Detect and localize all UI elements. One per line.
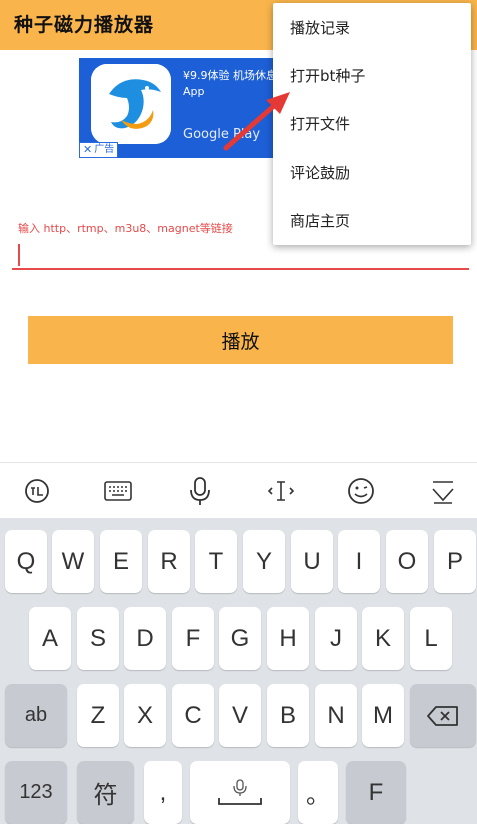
key-p[interactable]: P bbox=[434, 530, 476, 593]
keyboard-toolbar bbox=[0, 462, 477, 518]
collapse-keyboard-icon[interactable] bbox=[425, 473, 461, 509]
space-key[interactable] bbox=[190, 761, 290, 824]
menu-item-review[interactable]: 评论鼓励 bbox=[273, 148, 471, 196]
key-n[interactable]: N bbox=[315, 684, 357, 747]
close-icon[interactable]: ✕ bbox=[83, 143, 92, 157]
key-l[interactable]: L bbox=[410, 607, 452, 670]
input-hint: 输入 http、rtmp、m3u8、magnet等链接 bbox=[18, 222, 233, 235]
ad-badge[interactable]: ✕ 广告 bbox=[79, 142, 119, 158]
menu-item-open-file[interactable]: 打开文件 bbox=[273, 100, 471, 148]
key-r[interactable]: R bbox=[148, 530, 190, 593]
xunfei-logo-icon[interactable] bbox=[19, 473, 55, 509]
menu-item-open-bt[interactable]: 打开bt种子 bbox=[273, 51, 471, 99]
emoji-icon[interactable] bbox=[343, 473, 379, 509]
backspace-icon bbox=[427, 705, 458, 726]
key-o[interactable]: O bbox=[386, 530, 428, 593]
key-v[interactable]: V bbox=[219, 684, 261, 747]
play-button[interactable]: 播放 bbox=[28, 316, 453, 364]
key-k[interactable]: K bbox=[362, 607, 404, 670]
key-m[interactable]: M bbox=[362, 684, 404, 747]
key-period[interactable]: 。 bbox=[298, 761, 338, 824]
key-w[interactable]: W bbox=[52, 530, 94, 593]
key-g[interactable]: G bbox=[219, 607, 261, 670]
key-u[interactable]: U bbox=[291, 530, 333, 593]
key-f[interactable]: F bbox=[172, 607, 214, 670]
key-b[interactable]: B bbox=[267, 684, 309, 747]
ad-badge-label: 广告 bbox=[94, 144, 115, 155]
space-mic-icon bbox=[218, 778, 262, 805]
key-d[interactable]: D bbox=[124, 607, 166, 670]
key-t[interactable]: T bbox=[195, 530, 237, 593]
menu-item-store[interactable]: 商店主页 bbox=[273, 197, 471, 245]
key-j[interactable]: J bbox=[315, 607, 357, 670]
key-y[interactable]: Y bbox=[243, 530, 285, 593]
key-123[interactable]: 123 bbox=[5, 761, 67, 824]
key-ab[interactable]: ab bbox=[5, 684, 67, 747]
overflow-menu: 播放记录 打开bt种子 打开文件 评论鼓励 商店主页 bbox=[273, 3, 471, 245]
text-caret bbox=[18, 244, 20, 266]
red-arrow-icon bbox=[223, 92, 290, 151]
key-z[interactable]: Z bbox=[77, 684, 119, 747]
key-h[interactable]: H bbox=[267, 607, 309, 670]
key-c[interactable]: C bbox=[172, 684, 214, 747]
key-i[interactable]: I bbox=[338, 530, 380, 593]
key-e[interactable]: E bbox=[100, 530, 142, 593]
app-title: 种子磁力播放器 bbox=[14, 14, 155, 36]
key-f-partial[interactable]: F bbox=[346, 761, 406, 824]
microphone-icon[interactable] bbox=[182, 473, 218, 509]
key-symbols[interactable]: 符 bbox=[77, 761, 134, 824]
keyboard-icon[interactable] bbox=[100, 473, 136, 509]
key-s[interactable]: S bbox=[77, 607, 119, 670]
backspace-key[interactable] bbox=[410, 684, 476, 747]
menu-item-history[interactable]: 播放记录 bbox=[273, 3, 471, 51]
key-a[interactable]: A bbox=[29, 607, 71, 670]
dolphin-app-icon[interactable] bbox=[91, 64, 171, 144]
key-q[interactable]: Q bbox=[5, 530, 47, 593]
key-comma[interactable]: , bbox=[144, 761, 182, 824]
key-x[interactable]: X bbox=[124, 684, 166, 747]
cursor-icon[interactable] bbox=[263, 473, 299, 509]
soft-keyboard: Q W E R T Y U I O P A S D F G H J K L ab… bbox=[0, 518, 477, 824]
